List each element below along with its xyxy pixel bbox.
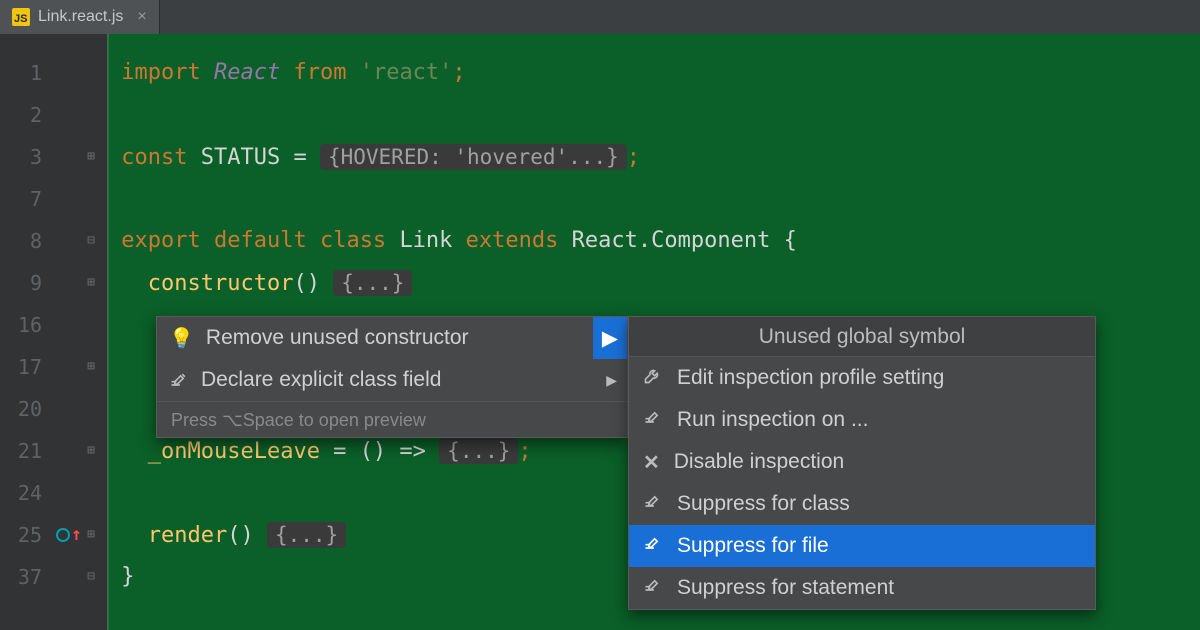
pencil-line-icon	[643, 575, 663, 601]
line-number: 8	[0, 220, 52, 262]
submenu-edit-inspection-profile[interactable]: Edit inspection profile setting	[629, 357, 1095, 399]
submenu-label: Disable inspection	[674, 450, 844, 474]
intention-remove-unused-constructor[interactable]: 💡 Remove unused constructor ▶	[157, 317, 627, 359]
method-name: constructor	[148, 271, 294, 296]
folded-region[interactable]: {...}	[439, 438, 518, 464]
keyword: class	[320, 228, 386, 253]
line-number: 16	[0, 304, 52, 346]
line-number: 21	[0, 430, 52, 472]
submenu-arrow-icon: ▶	[593, 317, 627, 359]
x-icon: ✕	[643, 450, 660, 475]
line-number: 1	[0, 52, 52, 94]
punct: ;	[452, 60, 465, 85]
line-number: 7	[0, 178, 52, 220]
pencil-line-icon	[643, 491, 663, 517]
submenu-disable-inspection[interactable]: ✕ Disable inspection	[629, 441, 1095, 483]
js-file-icon: JS	[12, 8, 30, 26]
line-number: 9	[0, 262, 52, 304]
submenu-suppress-for-class[interactable]: Suppress for class	[629, 483, 1095, 525]
identifier: React	[214, 60, 280, 85]
wrench-icon	[643, 365, 663, 391]
fold-collapse-icon[interactable]: ⊟	[87, 556, 97, 598]
folded-region[interactable]: {...}	[267, 522, 346, 548]
intention-hint: Press ⌥Space to open preview	[157, 401, 627, 437]
tab-bar: JS Link.react.js ×	[0, 0, 1200, 34]
fold-expand-icon[interactable]: ⊞	[87, 262, 97, 304]
override-circle-icon	[56, 528, 70, 542]
submenu-label: Suppress for statement	[677, 576, 894, 600]
identifier: React.Component	[572, 228, 771, 253]
folded-region[interactable]: {HOVERED: 'hovered'...}	[320, 144, 627, 170]
file-tab[interactable]: JS Link.react.js ×	[0, 0, 160, 34]
fold-gutter: ⊞ ⊟ ⊞ ⊞ ⊞ ↑ ⊞ ⊟	[52, 34, 107, 630]
pencil-line-icon	[643, 533, 663, 559]
class-name: Link	[399, 228, 452, 253]
keyword: import	[121, 60, 200, 85]
submenu-arrow-icon: ▶	[606, 372, 617, 389]
method-name: render	[148, 523, 227, 548]
keyword: from	[293, 60, 346, 85]
submenu-header: Unused global symbol	[629, 317, 1095, 357]
line-number: 2	[0, 94, 52, 136]
fold-collapse-icon[interactable]: ⊟	[87, 220, 97, 262]
lightbulb-icon: 💡	[169, 326, 194, 351]
override-arrow-icon: ↑	[71, 528, 82, 542]
line-number: 20	[0, 388, 52, 430]
keyword: const	[121, 145, 187, 170]
intention-declare-explicit-class-field[interactable]: Declare explicit class field ▶	[157, 359, 627, 401]
keyword: default	[214, 228, 307, 253]
submenu-label: Edit inspection profile setting	[677, 366, 944, 390]
line-number: 3	[0, 136, 52, 178]
pencil-line-icon	[169, 370, 189, 390]
submenu-suppress-for-statement[interactable]: Suppress for statement	[629, 567, 1095, 609]
line-number: 24	[0, 472, 52, 514]
fold-expand-icon[interactable]: ⊞	[87, 430, 97, 472]
line-number: 37	[0, 556, 52, 598]
fold-expand-icon[interactable]: ⊞	[87, 136, 97, 178]
pencil-line-icon	[643, 407, 663, 433]
submenu-suppress-for-file[interactable]: Suppress for file	[629, 525, 1095, 567]
line-number-gutter: 1 2 3 7 8 9 16 17 20 21 24 25 37	[0, 34, 52, 630]
punct: }	[121, 564, 134, 589]
keyword: export	[121, 228, 200, 253]
folded-region[interactable]: {...}	[333, 270, 412, 296]
fold-expand-icon[interactable]: ⊞	[87, 514, 97, 556]
line-number: 25	[0, 514, 52, 556]
submenu-label: Run inspection on ...	[677, 408, 868, 432]
close-icon[interactable]: ×	[137, 8, 146, 26]
submenu-run-inspection-on[interactable]: Run inspection on ...	[629, 399, 1095, 441]
tab-filename: Link.react.js	[38, 8, 123, 26]
submenu-label: Suppress for class	[677, 492, 850, 516]
intention-label: Declare explicit class field	[201, 368, 441, 392]
keyword: extends	[466, 228, 559, 253]
string-literal: 'react'	[360, 60, 453, 85]
line-number: 17	[0, 346, 52, 388]
fold-expand-icon[interactable]: ⊞	[87, 346, 97, 388]
intention-label: Remove unused constructor	[206, 326, 469, 350]
intention-popup: 💡 Remove unused constructor ▶ Declare ex…	[156, 316, 628, 438]
method-name: _onMouseLeave	[148, 439, 320, 464]
inspection-submenu-popup: Unused global symbol Edit inspection pro…	[628, 316, 1096, 610]
submenu-label: Suppress for file	[677, 534, 829, 558]
override-marker[interactable]: ↑	[56, 528, 82, 542]
identifier: STATUS	[201, 145, 280, 170]
